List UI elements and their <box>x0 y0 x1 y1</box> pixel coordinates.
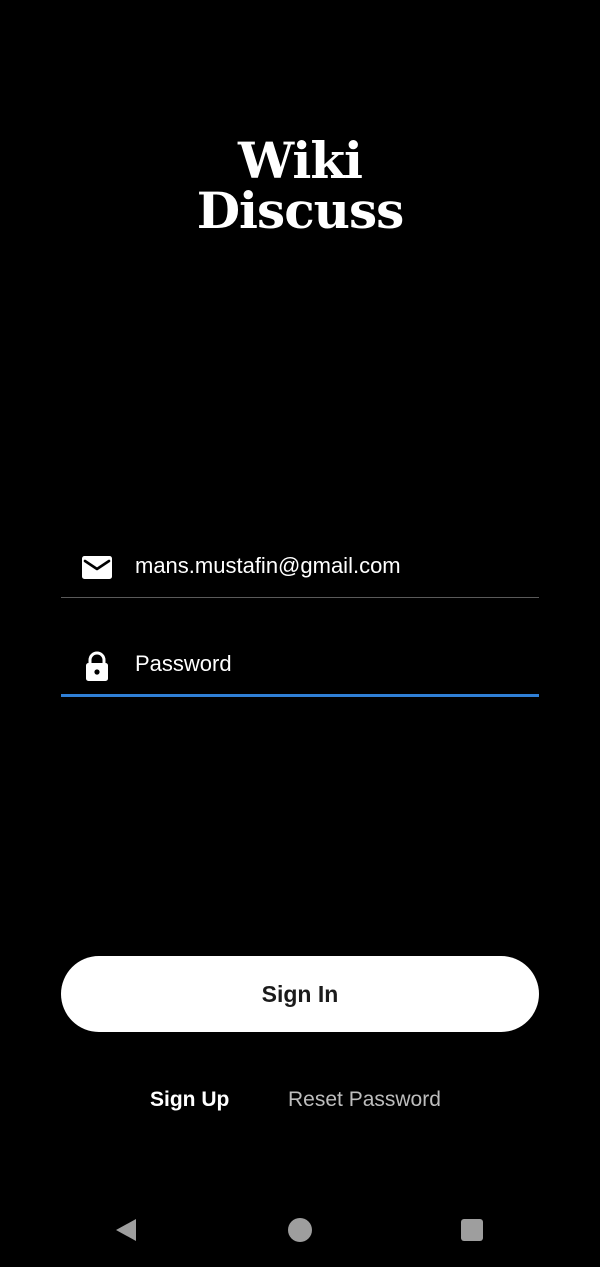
home-circle-icon[interactable] <box>288 1218 312 1242</box>
back-triangle-icon[interactable] <box>114 1218 138 1242</box>
app-logo: Wiki Discuss <box>0 136 600 236</box>
reset-password-link[interactable]: Reset Password <box>288 1086 441 1114</box>
sign-in-button[interactable]: Sign In <box>61 956 539 1032</box>
mail-icon <box>82 556 112 579</box>
password-input[interactable] <box>135 642 525 686</box>
password-underline-focused <box>61 694 539 697</box>
sign-up-link[interactable]: Sign Up <box>150 1086 229 1114</box>
logo-line-discuss: Discuss <box>196 181 405 240</box>
system-navigation-bar <box>0 1212 600 1248</box>
email-field-container <box>61 538 539 598</box>
email-underline <box>61 597 539 598</box>
password-field-container <box>61 636 539 697</box>
lock-icon <box>86 651 108 681</box>
logo-line-wiki: Wiki <box>238 131 363 190</box>
email-input[interactable] <box>135 544 525 588</box>
recents-square-icon[interactable] <box>461 1219 483 1241</box>
